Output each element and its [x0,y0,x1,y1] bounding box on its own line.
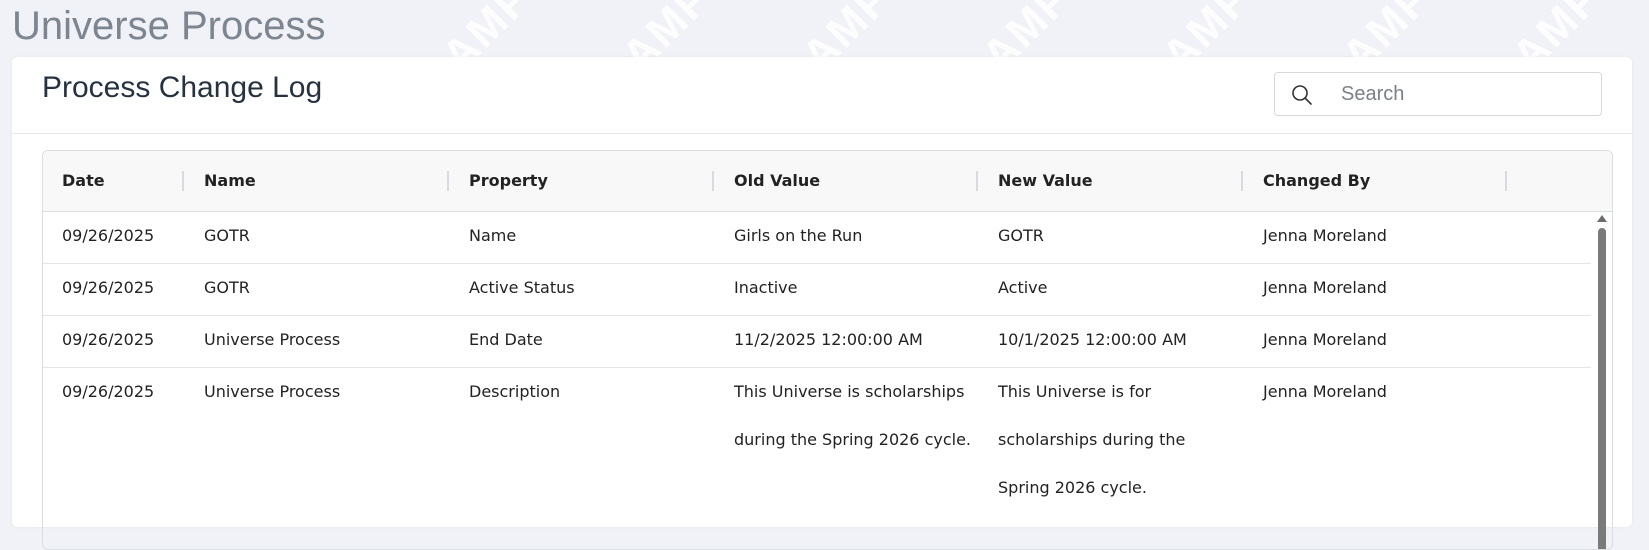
column-resize-handle[interactable] [182,171,184,191]
column-header-property[interactable]: Property [469,151,548,211]
cell-changed-by: Jenna Moreland [1263,278,1387,297]
cell-new-value: 10/1/2025 12:00:00 AM [998,330,1187,349]
table-row[interactable]: 09/26/2025 Universe Process End Date 11/… [43,316,1591,368]
cell-name: GOTR [204,278,250,297]
table-row[interactable]: 09/26/2025 GOTR Name Girls on the Run GO… [43,212,1591,264]
cell-old-value: This Universe is scholarships during the… [734,382,972,449]
column-resize-handle[interactable] [1505,171,1507,191]
cell-date: 09/26/2025 [62,226,155,245]
table-scrollbar[interactable] [1592,212,1612,549]
cell-changed-by: Jenna Moreland [1263,226,1387,245]
cell-name: GOTR [204,226,250,245]
scroll-up-arrow-icon[interactable] [1597,215,1607,222]
table-header: Date Name Property Old Value New Value C… [43,151,1612,212]
cell-new-value: This Universe is for scholarships during… [998,382,1186,497]
cell-name: Universe Process [204,382,341,401]
column-header-new-value[interactable]: New Value [998,151,1093,211]
cell-property: Name [469,226,517,245]
cell-old-value: Girls on the Run [734,226,863,245]
card-header: Process Change Log [12,57,1632,134]
cell-date: 09/26/2025 [62,278,155,297]
cell-name: Universe Process [204,330,341,349]
column-header-changed-by[interactable]: Changed By [1263,151,1370,211]
cell-property: Description [469,382,561,401]
change-log-card: Process Change Log Date Name Property Ol… [12,57,1632,550]
column-resize-handle[interactable] [1241,171,1243,191]
cell-property: Active Status [469,278,575,297]
cell-property: End Date [469,330,543,349]
column-resize-handle[interactable] [976,171,978,191]
card-title: Process Change Log [42,71,323,104]
column-header-old-value[interactable]: Old Value [734,151,820,211]
table-row[interactable]: 09/26/2025 Universe Process Description … [43,368,1591,549]
page-title: Universe Process [12,4,326,48]
cell-changed-by: Jenna Moreland [1263,382,1387,401]
search-icon [1292,85,1312,105]
change-log-table: Date Name Property Old Value New Value C… [42,150,1613,550]
cell-date: 09/26/2025 [62,382,155,401]
cell-old-value: Inactive [734,278,798,297]
table-row[interactable]: 09/26/2025 GOTR Active Status Inactive A… [43,264,1591,316]
search-input[interactable] [1341,81,1581,107]
cell-date: 09/26/2025 [62,330,155,349]
cell-changed-by: Jenna Moreland [1263,330,1387,349]
cell-new-value: Active [998,278,1048,297]
search-box[interactable] [1274,72,1602,116]
column-header-date[interactable]: Date [62,151,105,211]
cell-new-value: GOTR [998,226,1044,245]
column-resize-handle[interactable] [447,171,449,191]
column-header-name[interactable]: Name [204,151,256,211]
cell-old-value: 11/2/2025 12:00:00 AM [734,330,923,349]
column-resize-handle[interactable] [712,171,714,191]
scroll-thumb[interactable] [1598,228,1606,549]
